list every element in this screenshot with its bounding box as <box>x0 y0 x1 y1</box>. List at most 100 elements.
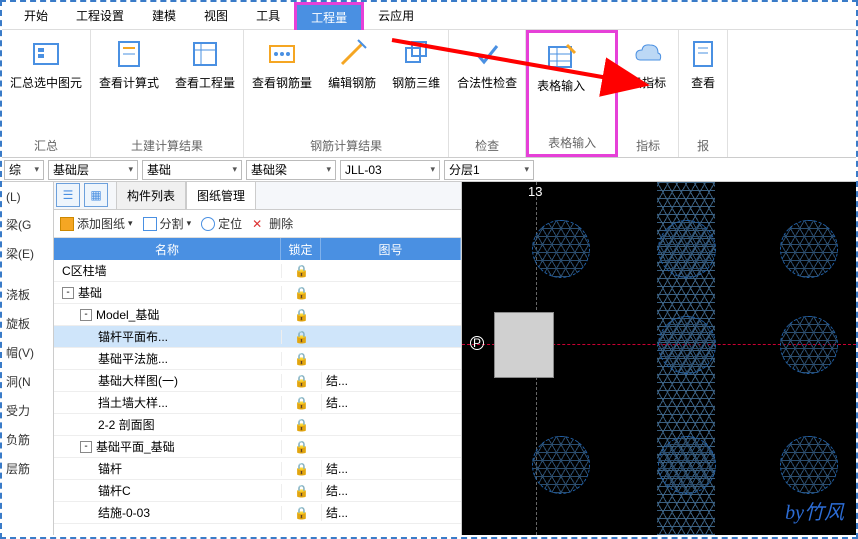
calc-icon <box>113 38 145 70</box>
viewport[interactable]: 13 P by竹风 <box>462 182 856 535</box>
tree-row[interactable]: -基础🔒 <box>54 282 461 304</box>
view-formula-label: 查看计算式 <box>99 76 159 92</box>
group-index-title: 指标 <box>618 134 678 157</box>
tree-row-name: 锚杆C <box>98 482 131 499</box>
tab-quantity[interactable]: 工程量 <box>294 2 364 30</box>
block-element <box>494 312 554 378</box>
group-report-title: 报 <box>679 134 727 157</box>
rebar-qty-button[interactable]: 查看钢筋量 <box>244 30 320 134</box>
left-item[interactable]: 浇板 <box>2 280 53 309</box>
mid-tabs: ☰ ▦ 构件列表 图纸管理 <box>54 182 461 210</box>
view-formula-button[interactable]: 查看计算式 <box>91 30 167 134</box>
rebar-3d-label: 钢筋三维 <box>392 76 440 92</box>
validity-check-label: 合法性检查 <box>457 76 517 92</box>
cloud-icon <box>632 38 664 70</box>
cloud-index-label: 云指标 <box>630 76 666 92</box>
left-item[interactable]: 洞(N <box>2 367 53 396</box>
tree-header: 名称 锁定 图号 <box>54 238 461 260</box>
locate-button[interactable]: 定位 <box>201 215 242 232</box>
lock-icon: 🔒 <box>281 462 321 476</box>
mid-panel: ☰ ▦ 构件列表 图纸管理 添加图纸▾ 分割▾ 定位 ✕删除 名称 锁定 图号 … <box>54 182 462 535</box>
col-lock-header: 锁定 <box>281 238 321 260</box>
ribbon: 汇总选中图元 汇总 查看计算式 查看工程量 土建计算结果 查看钢筋量 <box>2 30 856 158</box>
panel-toggle-1[interactable]: ☰ <box>56 183 80 207</box>
filter-category[interactable]: 基础▾ <box>142 160 242 180</box>
tree-row[interactable]: 挡土墙大样...🔒结... <box>54 392 461 414</box>
tree-row-name: 锚杆平面布... <box>98 328 168 345</box>
panel-toggle-2[interactable]: ▦ <box>84 183 108 207</box>
delete-button[interactable]: ✕删除 <box>252 215 293 232</box>
pile-circle <box>780 316 838 374</box>
tree-row-name: C区柱墙 <box>62 262 107 279</box>
tree-row[interactable]: 锚杆C🔒结... <box>54 480 461 502</box>
split-icon <box>143 217 157 231</box>
left-item[interactable]: 帽(V) <box>2 338 53 367</box>
qty-icon <box>189 38 221 70</box>
filter-0[interactable]: 综▾ <box>4 160 44 180</box>
tree-row[interactable]: 锚杆 🔒结... <box>54 458 461 480</box>
split-button[interactable]: 分割▾ <box>143 215 192 232</box>
left-item[interactable]: 负筋 <box>2 425 53 454</box>
view-report-button[interactable]: 查看 <box>679 30 727 134</box>
filter-floor[interactable]: 基础层▾ <box>48 160 138 180</box>
filter-component[interactable]: JLL-03▾ <box>340 160 440 180</box>
col-name-header: 名称 <box>54 238 281 260</box>
tab-drawing-mgmt[interactable]: 图纸管理 <box>186 181 256 209</box>
tree-toggle[interactable]: - <box>80 309 92 321</box>
left-item[interactable]: 受力 <box>2 396 53 425</box>
tree-row-no: 结... <box>321 482 461 499</box>
pile-circle <box>532 220 590 278</box>
lock-icon: 🔒 <box>281 308 321 322</box>
add-drawing-button[interactable]: 添加图纸▾ <box>60 215 133 232</box>
tree-row[interactable]: -基础平面_基础🔒 <box>54 436 461 458</box>
pile-circle <box>658 436 716 494</box>
tab-cloud[interactable]: 云应用 <box>364 3 428 28</box>
left-item[interactable]: 梁(G <box>2 210 53 239</box>
group-table-input-title: 表格输入 <box>529 131 615 154</box>
chevron-down-icon: ▾ <box>232 164 237 175</box>
tree-row-name: 2-2 剖面图 <box>98 416 155 433</box>
tree-row[interactable]: -Model_基础🔒 <box>54 304 461 326</box>
tree-row[interactable]: 基础大样图(一)🔒结... <box>54 370 461 392</box>
table-input-button[interactable]: 表格输入 <box>529 33 593 131</box>
tab-model[interactable]: 建模 <box>138 3 190 28</box>
lock-icon: 🔒 <box>281 286 321 300</box>
drawing-tree[interactable]: C区柱墙🔒-基础🔒-Model_基础🔒锚杆平面布...🔒基础平法施...🔒基础大… <box>54 260 461 535</box>
tree-row[interactable]: C区柱墙🔒 <box>54 260 461 282</box>
tab-view[interactable]: 视图 <box>190 3 242 28</box>
filter-type[interactable]: 基础梁▾ <box>246 160 336 180</box>
tree-row-name: 基础平法施... <box>98 350 168 367</box>
left-item[interactable]: 层筋 <box>2 454 53 483</box>
group-rebar-title: 钢筋计算结果 <box>244 134 448 157</box>
locate-icon <box>201 217 215 231</box>
edit-rebar-button[interactable]: 编辑钢筋 <box>320 30 384 134</box>
filter-layer[interactable]: 分层1▾ <box>444 160 534 180</box>
pile-circle <box>780 220 838 278</box>
tree-row-no: 结... <box>321 460 461 477</box>
validity-check-button[interactable]: 合法性检查 <box>449 30 525 134</box>
tree-toggle[interactable]: - <box>80 441 92 453</box>
rebar-3d-button[interactable]: 钢筋三维 <box>384 30 448 134</box>
tree-row-name: 结施-0-03 <box>98 504 150 521</box>
tab-component-list[interactable]: 构件列表 <box>116 181 186 209</box>
tree-row[interactable]: 锚杆平面布...🔒 <box>54 326 461 348</box>
tree-row[interactable]: 基础平法施...🔒 <box>54 348 461 370</box>
tab-start[interactable]: 开始 <box>10 3 62 28</box>
view-qty-button[interactable]: 查看工程量 <box>167 30 243 134</box>
left-item[interactable]: 梁(E) <box>2 239 53 268</box>
cloud-index-button[interactable]: 云指标 <box>618 30 678 134</box>
tree-toggle[interactable]: - <box>62 287 74 299</box>
edit-rebar-icon <box>336 38 368 70</box>
tree-row[interactable]: 结施-0-03🔒结... <box>54 502 461 524</box>
pile-circle <box>658 316 716 374</box>
tree-row-name: 锚杆 <box>98 460 122 477</box>
left-item[interactable]: (L) <box>2 184 53 210</box>
left-category-strip: (L) 梁(G 梁(E) 浇板 旋板 帽(V) 洞(N 受力 负筋 层筋 <box>2 182 54 535</box>
tab-settings[interactable]: 工程设置 <box>62 3 138 28</box>
mid-toolbar: 添加图纸▾ 分割▾ 定位 ✕删除 <box>54 210 461 238</box>
tab-tools[interactable]: 工具 <box>242 3 294 28</box>
sum-selected-button[interactable]: 汇总选中图元 <box>2 30 90 134</box>
tree-row[interactable]: 2-2 剖面图🔒 <box>54 414 461 436</box>
chevron-down-icon: ▾ <box>187 218 192 229</box>
left-item[interactable]: 旋板 <box>2 309 53 338</box>
